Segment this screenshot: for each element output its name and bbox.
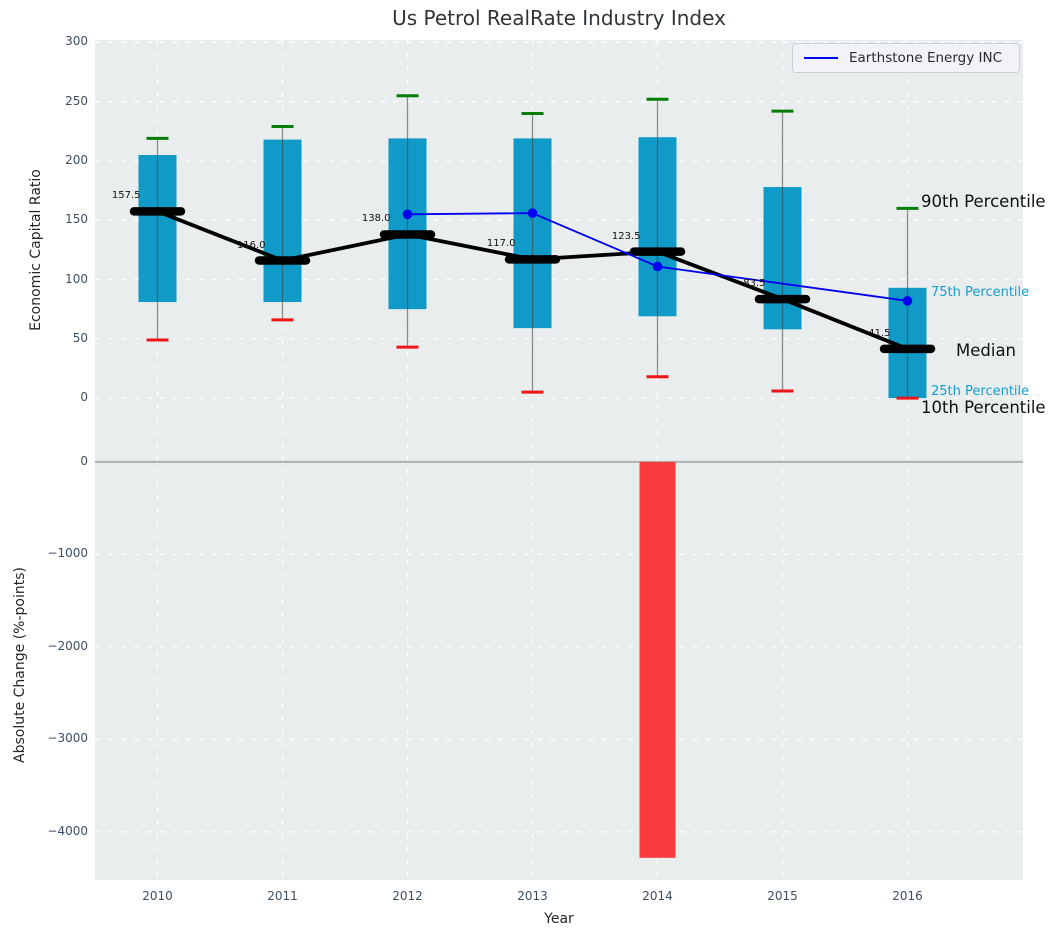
xtick-2011: 2011: [243, 889, 323, 903]
bar-2014: [640, 462, 676, 858]
annotation-10th-percentile: 10th Percentile: [921, 398, 1046, 417]
top-ytick-0: 0: [30, 390, 88, 404]
bottom-ytick--4000: −4000: [30, 824, 88, 838]
chart-title: Us Petrol RealRate Industry Index: [95, 6, 1023, 30]
annotation-median: Median: [956, 341, 1016, 360]
median-value-label-2010: 157.5: [71, 190, 141, 201]
annotation-90th-percentile: 90th Percentile: [921, 192, 1046, 211]
xtick-2012: 2012: [368, 889, 448, 903]
earthstone-point-2013: [528, 208, 538, 218]
median-value-label-2016: 41.5: [821, 328, 891, 339]
xtick-2014: 2014: [618, 889, 698, 903]
median-value-label-2013: 117.0: [446, 238, 516, 249]
chart-canvas: [0, 0, 1054, 942]
earthstone-point-2014: [653, 262, 663, 272]
top-ytick-50: 50: [30, 331, 88, 345]
xtick-2015: 2015: [743, 889, 823, 903]
bottom-ytick-0: 0: [30, 454, 88, 468]
xtick-2013: 2013: [493, 889, 573, 903]
x-axis-label: Year: [95, 911, 1023, 927]
median-value-label-2014: 123.5: [571, 231, 641, 242]
legend-series-label: Earthstone Energy INC: [849, 50, 1002, 66]
median-value-label-2012: 138.0: [321, 213, 391, 224]
top-ytick-300: 300: [30, 34, 88, 48]
xtick-2016: 2016: [868, 889, 948, 903]
xtick-2010: 2010: [118, 889, 198, 903]
earthstone-point-2016: [903, 296, 913, 306]
bottom-ytick--1000: −1000: [30, 546, 88, 560]
bottom-y-axis-label: Absolute Change (%-points): [12, 567, 28, 763]
top-ytick-250: 250: [30, 94, 88, 108]
median-value-label-2015: 83.5: [696, 278, 766, 289]
earthstone-point-2012: [403, 210, 413, 220]
top-ytick-200: 200: [30, 153, 88, 167]
annotation-25th-percentile: 25th Percentile: [931, 384, 1029, 399]
bottom-ytick--3000: −3000: [30, 731, 88, 745]
annotation-75th-percentile: 75th Percentile: [931, 285, 1029, 300]
bottom-ytick--2000: −2000: [30, 639, 88, 653]
legend: Earthstone Energy INC: [792, 43, 1020, 73]
top-y-axis-label: Economic Capital Ratio: [28, 169, 44, 331]
plot-background: [95, 40, 1023, 880]
median-value-label-2011: 116.0: [196, 240, 266, 251]
legend-line-swatch: [804, 57, 838, 59]
figure: 0501001502002503000−1000−2000−3000−40002…: [0, 0, 1054, 942]
